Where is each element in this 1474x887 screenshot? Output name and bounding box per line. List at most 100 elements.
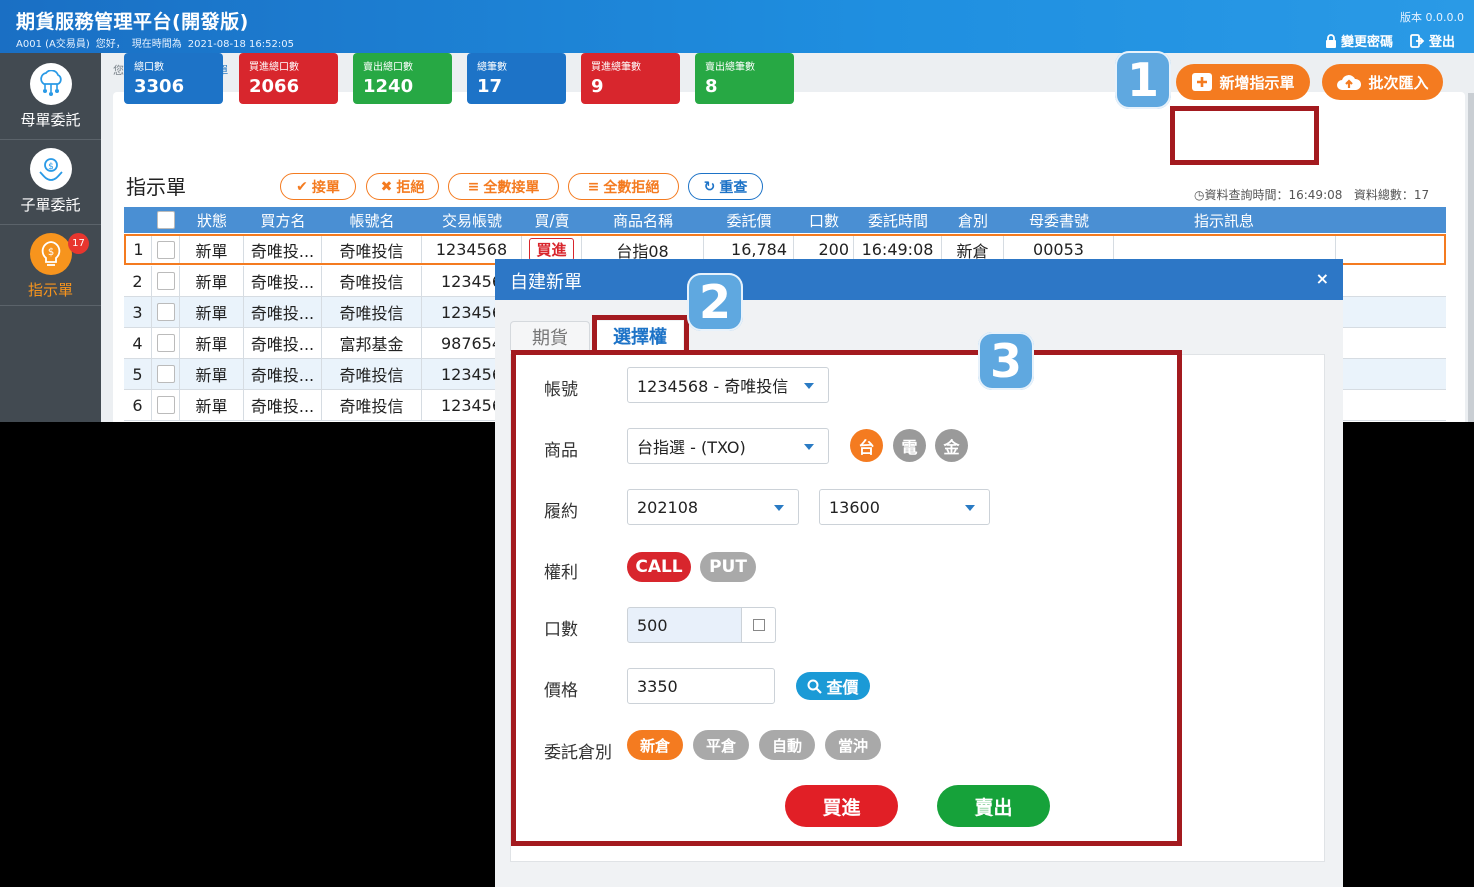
- row-buyer: 奇唯投...: [244, 266, 322, 296]
- row-number: 1: [126, 236, 152, 263]
- col-qty: 口數: [808, 211, 839, 230]
- money-hand-icon: $: [29, 148, 72, 190]
- col-parent-no: 母委書號: [1028, 211, 1089, 230]
- sidebar-item-label: 指示單: [27, 281, 73, 299]
- row-account-name: 富邦基金: [322, 328, 422, 358]
- row-status: 新單: [180, 236, 244, 263]
- row-buyer: 奇唯投...: [244, 297, 322, 327]
- logout-label: 登出: [1429, 35, 1456, 50]
- vertical-scrollbar[interactable]: [1468, 93, 1474, 422]
- lock-icon: [1326, 34, 1336, 48]
- user-info: A001 (A交易員) 您好， 現在時間為 2021-08-18 16:52:05: [16, 35, 300, 50]
- stat-label: 買進總筆數: [591, 62, 641, 73]
- stat-label: 賣出總筆數: [705, 62, 755, 73]
- checkbox-box: [156, 334, 175, 352]
- clock-icon: ◷: [1194, 188, 1205, 202]
- row-number: 4: [124, 328, 152, 358]
- app-root: 期貨服務管理平台(開發版) A001 (A交易員) 您好， 現在時間為 2021-08…: [0, 0, 1474, 887]
- col-position: 倉別: [957, 211, 988, 230]
- notification-badge: 17: [68, 233, 89, 254]
- row-account-name: 奇唯投信: [322, 390, 422, 420]
- sidebar-item-child-orders[interactable]: $ 子單委託: [0, 148, 101, 225]
- row-account-name: 奇唯投信: [322, 266, 422, 296]
- row-status: 新單: [180, 390, 244, 420]
- col-side: 買/賣: [534, 211, 570, 230]
- lightbulb-dollar-icon: $: [29, 233, 72, 275]
- accept-button[interactable]: ✔ 接單: [280, 173, 356, 200]
- stat-label: 總筆數: [477, 62, 507, 73]
- side-buy-tag: 買進: [529, 238, 574, 261]
- batch-import-label: 批次匯入: [1368, 73, 1429, 92]
- sidebar-item-label: 子單委託: [20, 196, 81, 214]
- col-status: 狀態: [196, 211, 227, 230]
- batch-import-button[interactable]: 批次匯入: [1322, 64, 1443, 100]
- row-status: 新單: [180, 328, 244, 358]
- row-account-name: 奇唯投信: [322, 297, 422, 327]
- checkbox-box: [156, 240, 175, 259]
- reject-all-button[interactable]: ≡ 全數拒絕: [568, 173, 679, 200]
- col-message: 指示訊息: [1193, 211, 1254, 230]
- stat-label: 總口數: [134, 62, 164, 73]
- stat-value: 8: [705, 76, 718, 97]
- accept-all-button[interactable]: ≡ 全數接單: [448, 173, 559, 200]
- tab-futures[interactable]: 期貨: [510, 321, 590, 351]
- change-password-label: 變更密碼: [1341, 35, 1394, 50]
- select-all-checkbox[interactable]: [152, 207, 180, 233]
- accept-label: 接單: [311, 179, 340, 196]
- user-name: A001 (A交易員): [16, 39, 90, 50]
- cloud-network-icon: [29, 63, 72, 105]
- row-checkbox[interactable]: [152, 236, 180, 263]
- x-icon: ✖: [380, 178, 393, 195]
- stat-label: 買進總口數: [249, 62, 299, 73]
- highlight-box-form: [511, 350, 1182, 846]
- table-header: 狀態 買方名 帳號名 交易帳號 買/賣 商品名稱 委託價 口數 委託時間 倉別 …: [124, 207, 1446, 233]
- svg-text:$: $: [47, 247, 53, 258]
- row-buyer: 奇唯投...: [244, 359, 322, 389]
- close-icon[interactable]: ×: [1316, 269, 1329, 288]
- change-password-link[interactable]: 變更密碼: [1325, 31, 1393, 50]
- row-number: 3: [124, 297, 152, 327]
- row-number: 6: [124, 390, 152, 420]
- logout-link[interactable]: 登出: [1410, 31, 1455, 50]
- stat-buy-count: 買進總筆數 9: [581, 53, 680, 104]
- reject-label: 拒絕: [396, 179, 425, 196]
- row-status: 新單: [180, 297, 244, 327]
- list-x-icon: ≡: [587, 178, 600, 195]
- plus-file-icon: [1192, 73, 1213, 91]
- query-time: 資料查詢時間：16:49:08: [1204, 188, 1343, 202]
- col-buyer: 買方名: [260, 211, 306, 230]
- sidebar-item-instructions[interactable]: $ 17 指示單: [0, 233, 101, 306]
- step-marker-2: 2: [687, 273, 743, 331]
- row-checkbox[interactable]: [152, 266, 180, 296]
- row-number: 5: [124, 359, 152, 389]
- record-total: 資料總數：17: [1353, 188, 1430, 202]
- stat-value: 1240: [363, 76, 414, 97]
- reject-button[interactable]: ✖ 拒絕: [366, 173, 439, 200]
- svg-text:$: $: [48, 162, 54, 172]
- row-checkbox[interactable]: [152, 359, 180, 389]
- version-label: 版本 0.0.0.0: [1400, 11, 1464, 24]
- highlight-box-new-button: [1170, 106, 1319, 165]
- stat-label: 賣出總口數: [363, 62, 413, 73]
- sidebar-item-parent-orders[interactable]: 母單委託: [0, 63, 101, 140]
- requery-button[interactable]: ↻ 重查: [688, 173, 763, 200]
- new-instruction-label: 新增指示單: [1219, 73, 1295, 92]
- row-checkbox[interactable]: [152, 390, 180, 420]
- row-account-name: 奇唯投信: [322, 236, 422, 263]
- stat-sell-qty: 賣出總口數 1240: [353, 53, 452, 104]
- list-title: 指示單: [126, 175, 186, 199]
- col-product: 商品名稱: [612, 211, 673, 230]
- row-account-name: 奇唯投信: [322, 359, 422, 389]
- checkbox-box: [156, 396, 175, 414]
- checkbox-box: [157, 211, 175, 229]
- stat-sell-count: 賣出總筆數 8: [695, 53, 794, 104]
- app-title: 期貨服務管理平台(開發版): [16, 11, 249, 33]
- time-label: 現在時間為: [131, 39, 182, 50]
- row-number: 2: [124, 266, 152, 296]
- stat-value: 9: [591, 76, 604, 97]
- stat-value: 3306: [134, 76, 185, 97]
- col-price: 委託價: [726, 211, 772, 230]
- new-instruction-button[interactable]: 新增指示單: [1176, 64, 1310, 100]
- row-checkbox[interactable]: [152, 297, 180, 327]
- row-checkbox[interactable]: [152, 328, 180, 358]
